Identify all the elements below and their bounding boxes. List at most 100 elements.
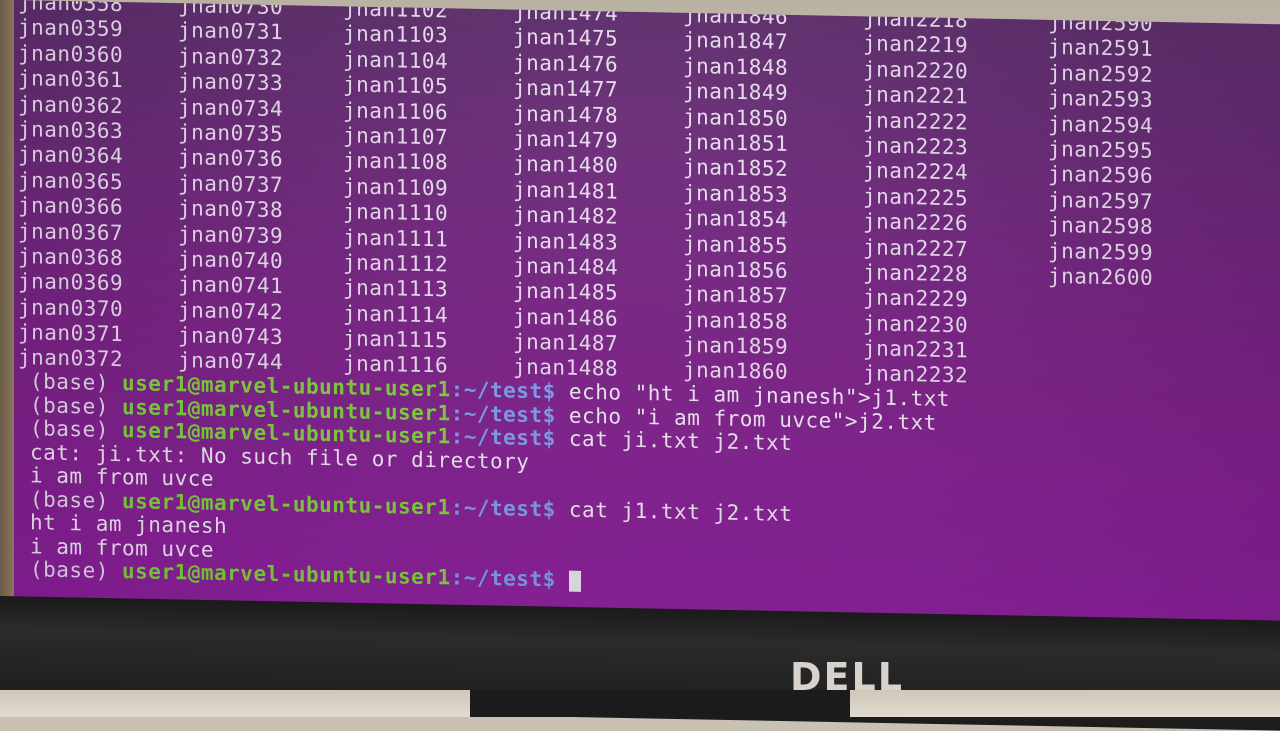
file-name: jnan2226: [863, 209, 969, 236]
monitor-stand: [470, 690, 850, 717]
listing-column: jnan2590 jnan2591 jnan2592 jnan2593 jnan2594…: [1048, 10, 1153, 291]
file-name: jnan1109: [343, 174, 449, 201]
prompt-env: (base): [30, 392, 109, 419]
file-name: jnan0365: [18, 167, 124, 194]
file-name: jnan0734: [178, 94, 284, 121]
file-name: jnan1859: [683, 332, 789, 359]
file-name: jnan0733: [178, 69, 284, 96]
prompt-env: (base): [30, 369, 109, 395]
text-cursor[interactable]: [568, 570, 581, 592]
file-name: jnan0737: [178, 170, 284, 197]
file-name: jnan1103: [343, 21, 449, 48]
file-name: jnan2600: [1048, 263, 1154, 290]
file-name: jnan1481: [513, 177, 619, 204]
file-name: jnan0369: [18, 269, 124, 296]
file-name: jnan1113: [343, 275, 449, 302]
file-name: jnan1852: [683, 155, 789, 182]
file-name: jnan0740: [178, 247, 284, 274]
file-name: jnan1478: [513, 101, 619, 128]
file-name: jnan1486: [513, 304, 619, 331]
file-name: jnan0738: [178, 196, 284, 223]
file-name: jnan1475: [513, 24, 619, 51]
file-name: jnan0735: [178, 120, 284, 147]
file-name: jnan2596: [1048, 162, 1154, 189]
file-name: jnan1104: [343, 47, 449, 74]
file-name: jnan2220: [863, 57, 969, 84]
file-name: jnan1853: [683, 180, 789, 207]
file-name: jnan2599: [1048, 238, 1154, 265]
file-name: jnan2231: [863, 336, 969, 363]
command-text: cat j1.txt j2.txt: [568, 497, 793, 526]
file-name: jnan1106: [343, 97, 449, 124]
listing-column: jnan1102 jnan1103 jnan1104 jnan1105 jnan1106…: [343, 0, 448, 379]
file-name: jnan1482: [513, 202, 619, 229]
file-name: jnan1480: [513, 151, 619, 178]
file-name: jnan1111: [343, 224, 449, 251]
terminal-session[interactable]: (base) user1@marvel-ubuntu-user1:~/test$…: [30, 369, 950, 599]
file-name: jnan2223: [863, 133, 969, 160]
file-name: jnan0363: [18, 117, 124, 144]
terminal-screen[interactable]: jnan0358 jnan0359 jnan0360 jnan0361 jnan0362…: [14, 0, 1280, 635]
prompt-env: (base): [30, 486, 109, 513]
file-name: jnan0370: [18, 294, 124, 321]
file-name: jnan0732: [178, 43, 284, 70]
file-name: jnan1110: [343, 199, 449, 226]
file-name: jnan2594: [1048, 111, 1154, 138]
file-name: jnan0739: [178, 221, 284, 248]
prompt-path: :~/test$: [450, 565, 556, 592]
file-name: jnan1483: [513, 228, 619, 255]
file-name: jnan0368: [18, 243, 124, 271]
file-name: jnan2229: [863, 285, 969, 312]
file-name: jnan0742: [178, 297, 284, 324]
file-name: jnan0743: [178, 323, 284, 350]
file-name: jnan1849: [683, 79, 789, 106]
file-name: jnan1479: [513, 126, 619, 153]
file-name: jnan2221: [863, 82, 969, 109]
file-name: jnan1114: [343, 301, 449, 328]
file-name: jnan0362: [18, 91, 124, 118]
listing-column: jnan1846 jnan1847 jnan1848 jnan1849 jnan1850…: [683, 3, 788, 386]
file-name: jnan2227: [863, 234, 969, 261]
file-name: jnan0366: [18, 193, 124, 220]
file-name: jnan1858: [683, 307, 789, 334]
file-name: jnan1856: [683, 256, 789, 283]
prompt-user-host: user1@marvel-ubuntu-user1: [122, 559, 451, 590]
file-name: jnan1847: [683, 28, 789, 55]
prompt-path: :~/test$: [450, 400, 556, 427]
listing-column: jnan0358 jnan0359 jnan0360 jnan0361 jnan0362…: [18, 0, 123, 373]
file-name: jnan1855: [683, 231, 789, 258]
file-name: jnan1108: [343, 148, 449, 175]
file-name: jnan2224: [863, 158, 969, 185]
file-name: jnan1477: [513, 75, 619, 102]
file-name: jnan1484: [513, 253, 619, 280]
file-name: jnan2591: [1048, 35, 1154, 62]
file-name: jnan0731: [178, 18, 284, 45]
file-name: jnan2222: [863, 107, 969, 134]
file-name: jnan0360: [18, 40, 124, 67]
prompt-env: (base): [30, 416, 109, 442]
file-name: jnan0736: [178, 145, 284, 172]
file-name: jnan2230: [863, 310, 969, 338]
file-name: jnan0371: [18, 320, 124, 347]
file-name: jnan2225: [863, 184, 969, 211]
file-name: jnan1105: [343, 72, 449, 99]
prompt-env: (base): [30, 557, 109, 583]
prompt-path: :~/test$: [450, 377, 556, 404]
file-name: jnan2592: [1048, 60, 1154, 87]
listing-column: jnan0730 jnan0731 jnan0732 jnan0733 jnan0734…: [178, 0, 283, 376]
file-name: jnan0367: [18, 218, 124, 245]
file-name: jnan0359: [18, 15, 124, 42]
listing-column: jnan2218 jnan2219 jnan2220 jnan2221 jnan2222…: [863, 6, 968, 389]
prompt-path: :~/test$: [450, 494, 556, 521]
prompt-path: :~/test$: [450, 424, 556, 451]
file-name: jnan1112: [343, 250, 449, 277]
file-name: jnan2595: [1048, 136, 1154, 163]
file-name: jnan1848: [683, 53, 789, 80]
listing-column: jnan1474 jnan1475 jnan1476 jnan1477 jnan1478…: [513, 0, 618, 382]
file-name: jnan1850: [683, 104, 789, 131]
file-name: jnan0361: [18, 66, 124, 93]
file-name: jnan1854: [683, 205, 789, 232]
file-name: jnan1476: [513, 50, 619, 77]
file-name: jnan0741: [178, 272, 284, 299]
file-name: jnan2219: [863, 31, 969, 58]
